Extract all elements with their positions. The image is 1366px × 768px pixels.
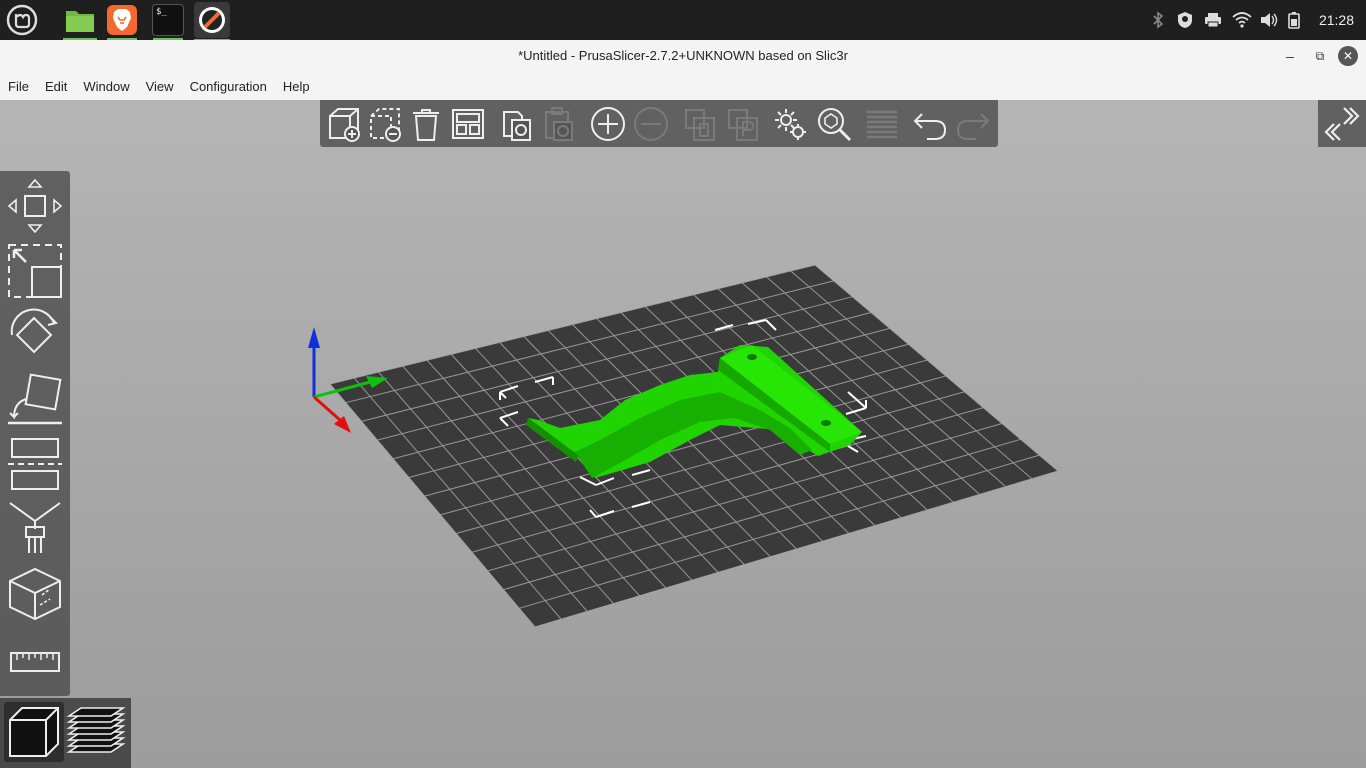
mint-menu-button[interactable]	[5, 3, 39, 37]
add-icon[interactable]	[325, 106, 361, 142]
window-titlebar[interactable]: *Untitled - PrusaSlicer-2.7.2+UNKNOWN ba…	[0, 40, 1366, 72]
delete-all-icon[interactable]	[408, 106, 444, 142]
menu-window[interactable]: Window	[75, 79, 137, 94]
menu-configuration[interactable]: Configuration	[182, 79, 275, 94]
paint-supports-icon[interactable]	[4, 497, 66, 555]
gizmo-toolbar	[0, 171, 70, 696]
mint-logo-icon	[6, 4, 38, 36]
folder-icon	[66, 11, 94, 32]
3d-view-button[interactable]	[4, 702, 64, 762]
measure-icon[interactable]	[4, 633, 66, 691]
printer-icon[interactable]	[1204, 12, 1222, 28]
brave-lion-icon	[113, 9, 131, 31]
wifi-icon[interactable]	[1232, 12, 1252, 28]
seam-painting-icon[interactable]	[4, 565, 66, 623]
delete-icon[interactable]	[366, 106, 402, 142]
add-instance-icon[interactable]	[590, 106, 626, 142]
menu-help[interactable]: Help	[275, 79, 318, 94]
search-icon[interactable]	[816, 106, 852, 142]
files-app-button[interactable]	[63, 3, 97, 40]
rotate-icon[interactable]	[4, 305, 66, 363]
minimize-button[interactable]: –	[1276, 40, 1304, 72]
maximize-button[interactable]: ⧉	[1306, 40, 1334, 72]
collapse-sidebar-button[interactable]	[1318, 100, 1366, 147]
menu-file[interactable]: File	[0, 79, 37, 94]
place-on-face-icon[interactable]	[4, 369, 66, 427]
variable-layer-height-icon[interactable]	[772, 106, 808, 142]
arrange-icon[interactable]	[450, 106, 486, 142]
redo-icon	[955, 106, 991, 142]
x-axis	[313, 395, 341, 422]
battery-icon[interactable]	[1288, 11, 1300, 29]
prusaslicer-app-button[interactable]	[194, 2, 230, 41]
layers-preview-icon	[66, 707, 126, 753]
preview-button[interactable]	[66, 702, 126, 762]
paste-icon	[540, 106, 576, 142]
terminal-icon: $_	[156, 7, 167, 17]
close-button[interactable]: ✕	[1338, 46, 1358, 66]
collapse-sidebar-icon	[1324, 107, 1360, 141]
remove-instance-icon	[633, 106, 669, 142]
menu-edit[interactable]: Edit	[37, 79, 75, 94]
terminal-app-button[interactable]: $_	[152, 4, 184, 40]
3d-view-icon	[9, 707, 59, 757]
layers-editing-icon	[864, 106, 900, 142]
split-parts-icon	[725, 106, 761, 142]
shield-icon[interactable]	[1176, 11, 1194, 29]
menu-view[interactable]: View	[138, 79, 182, 94]
scene-canvas[interactable]	[0, 100, 1366, 768]
volume-icon[interactable]	[1260, 12, 1278, 28]
cut-icon[interactable]	[4, 433, 66, 491]
window-title: *Untitled - PrusaSlicer-2.7.2+UNKNOWN ba…	[518, 48, 848, 63]
system-tray	[1150, 0, 1300, 40]
z-axis-arrow	[308, 327, 320, 348]
move-icon[interactable]	[4, 177, 66, 235]
bluetooth-icon[interactable]	[1150, 11, 1166, 29]
brave-app-button[interactable]	[107, 5, 137, 40]
os-taskbar: $_ 21:28	[0, 0, 1366, 41]
view-toggle-toolbar	[0, 698, 131, 768]
main-toolbar	[320, 100, 998, 147]
copy-icon[interactable]	[498, 106, 534, 142]
prusaslicer-icon	[199, 7, 225, 33]
split-objects-icon	[682, 106, 718, 142]
clock[interactable]: 21:28	[1319, 0, 1354, 40]
scale-icon[interactable]	[4, 241, 66, 299]
menu-bar: File Edit Window View Configuration Help	[0, 72, 1366, 100]
3d-scene[interactable]	[0, 100, 1366, 768]
undo-icon[interactable]	[912, 106, 948, 142]
